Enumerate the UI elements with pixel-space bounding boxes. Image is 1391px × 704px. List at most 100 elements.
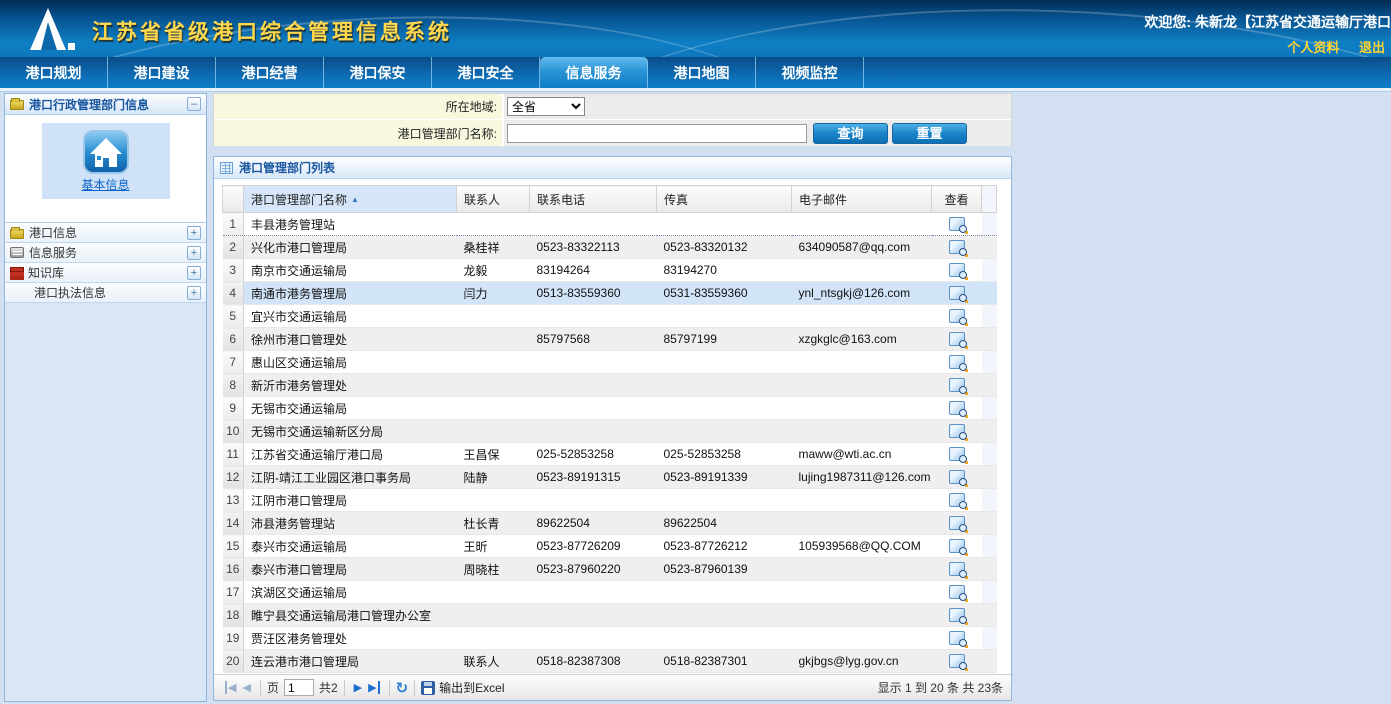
nav-tab-港口安全[interactable]: 港口安全 (432, 57, 540, 88)
table-row[interactable]: 4南通市港务管理局闫力0513-835593600531-83559360ynl… (223, 282, 997, 305)
refresh-icon[interactable]: ↻ (396, 679, 409, 697)
view-detail-icon[interactable] (949, 470, 965, 484)
contact-cell: 闫力 (457, 282, 530, 305)
view-detail-icon[interactable] (949, 378, 965, 392)
sidebar-item-basic-info[interactable]: 基本信息 (42, 123, 170, 199)
view-cell (932, 466, 982, 489)
region-select[interactable]: 全省 (507, 97, 585, 116)
first-page-button[interactable]: ◀ (225, 681, 236, 694)
nav-tab-港口经营[interactable]: 港口经营 (216, 57, 324, 88)
view-detail-icon[interactable] (949, 424, 965, 438)
view-detail-icon[interactable] (949, 355, 965, 369)
filler-cell (982, 512, 997, 535)
table-row[interactable]: 17滨湖区交通运输局 (223, 581, 997, 604)
column-header-电子邮件[interactable]: 电子邮件 (792, 186, 932, 213)
profile-link[interactable]: 个人资料 (1287, 40, 1339, 55)
sidebar-item-港口执法信息[interactable]: 港口执法信息 (5, 283, 206, 303)
page-number-input[interactable] (284, 679, 314, 696)
table-row[interactable]: 19贾汪区港务管理处 (223, 627, 997, 650)
prev-page-button[interactable]: ◀ (242, 681, 250, 694)
table-row[interactable]: 10无锡市交通运输新区分局 (223, 420, 997, 443)
column-header-查看[interactable]: 查看 (932, 186, 982, 213)
table-row[interactable]: 11江苏省交通运输厅港口局王昌保025-52853258025-52853258… (223, 443, 997, 466)
last-page-button[interactable]: ▶ (368, 681, 379, 694)
column-header-港口管理部门名称[interactable]: 港口管理部门名称▲ (244, 186, 457, 213)
table-row[interactable]: 1丰县港务管理站 (223, 213, 997, 236)
fax-cell (657, 604, 792, 627)
phone-cell: 0523-83322113 (530, 236, 657, 259)
nav-tab-港口地图[interactable]: 港口地图 (648, 57, 756, 88)
fax-cell (657, 627, 792, 650)
sidebar-item-港口信息[interactable]: 港口信息 (5, 223, 206, 243)
row-number-cell: 6 (223, 328, 244, 351)
view-detail-icon[interactable] (949, 263, 965, 277)
table-row[interactable]: 12江阴-靖江工业园区港口事务局陆静0523-891913150523-8919… (223, 466, 997, 489)
contact-cell: 杜长青 (457, 512, 530, 535)
table-row[interactable]: 16泰兴市港口管理局周晓柱0523-879602200523-87960139 (223, 558, 997, 581)
nav-tab-港口规划[interactable]: 港口规划 (0, 57, 108, 88)
view-detail-icon[interactable] (949, 608, 965, 622)
expand-button[interactable] (187, 286, 201, 300)
table-row[interactable]: 20连云港市港口管理局联系人0518-823873080518-82387301… (223, 650, 997, 673)
view-detail-icon[interactable] (949, 585, 965, 599)
view-detail-icon[interactable] (949, 493, 965, 507)
column-header-联系人[interactable]: 联系人 (457, 186, 530, 213)
column-header-传真[interactable]: 传真 (657, 186, 792, 213)
expand-button[interactable] (187, 266, 201, 280)
search-button[interactable]: 查询 (813, 123, 888, 144)
table-row[interactable]: 2兴化市港口管理局桑桂祥0523-833221130523-8332013263… (223, 236, 997, 259)
view-detail-icon[interactable] (949, 332, 965, 346)
view-detail-icon[interactable] (949, 516, 965, 530)
phone-cell: 85797568 (530, 328, 657, 351)
view-detail-icon[interactable] (949, 631, 965, 645)
phone-cell (530, 420, 657, 443)
dept-name-cell: 江阴-靖江工业园区港口事务局 (244, 466, 457, 489)
fax-cell: 0531-83559360 (657, 282, 792, 305)
table-row[interactable]: 13江阴市港口管理局 (223, 489, 997, 512)
sidebar-accordion-header[interactable]: 港口行政管理部门信息 (5, 94, 206, 115)
nav-tab-信息服务[interactable]: 信息服务 (540, 57, 648, 88)
dept-name-input[interactable] (507, 124, 807, 143)
nav-tab-视频监控[interactable]: 视频监控 (756, 57, 864, 88)
table-row[interactable]: 6徐州市港口管理处8579756885797199xzgkglc@163.com (223, 328, 997, 351)
dept-name-label: 港口管理部门名称: (214, 120, 504, 146)
column-header-联系电话[interactable]: 联系电话 (530, 186, 657, 213)
contact-cell (457, 581, 530, 604)
expand-button[interactable] (187, 246, 201, 260)
row-number-cell: 14 (223, 512, 244, 535)
view-detail-icon[interactable] (949, 654, 965, 668)
filler-cell (982, 489, 997, 512)
table-row[interactable]: 3南京市交通运输局龙毅8319426483194270 (223, 259, 997, 282)
table-row[interactable]: 18睢宁县交通运输局港口管理办公室 (223, 604, 997, 627)
nav-tab-港口保安[interactable]: 港口保安 (324, 57, 432, 88)
table-row[interactable]: 14沛县港务管理站杜长青8962250489622504 (223, 512, 997, 535)
table-row[interactable]: 15泰兴市交通运输局王昕0523-877262090523-8772621210… (223, 535, 997, 558)
logout-link[interactable]: 退出 (1359, 40, 1385, 55)
view-detail-icon[interactable] (949, 401, 965, 415)
reset-button[interactable]: 重置 (892, 123, 967, 144)
view-detail-icon[interactable] (949, 562, 965, 576)
view-detail-icon[interactable] (949, 539, 965, 553)
view-detail-icon[interactable] (949, 240, 965, 254)
sidebar-item-信息服务[interactable]: 信息服务 (5, 243, 206, 263)
export-excel-button[interactable]: 输出到Excel (421, 679, 504, 696)
table-row[interactable]: 9无锡市交通运输局 (223, 397, 997, 420)
view-detail-icon[interactable] (949, 286, 965, 300)
nav-tab-港口建设[interactable]: 港口建设 (108, 57, 216, 88)
expand-button[interactable] (187, 226, 201, 240)
table-row[interactable]: 5宜兴市交通运输局 (223, 305, 997, 328)
table-row[interactable]: 7惠山区交通运输局 (223, 351, 997, 374)
dept-name-cell: 滨湖区交通运输局 (244, 581, 457, 604)
view-detail-icon[interactable] (949, 309, 965, 323)
sidebar-item-知识库[interactable]: 知识库 (5, 263, 206, 283)
next-page-button[interactable]: ▶ (354, 681, 362, 694)
collapse-button[interactable] (187, 97, 201, 111)
table-row[interactable]: 8新沂市港务管理处 (223, 374, 997, 397)
sidebar-accordion-title: 港口行政管理部门信息 (29, 96, 187, 113)
contact-cell: 周晓柱 (457, 558, 530, 581)
email-cell (792, 374, 932, 397)
view-detail-icon[interactable] (949, 447, 965, 461)
email-cell (792, 351, 932, 374)
view-detail-icon[interactable] (949, 217, 965, 231)
dept-name-cell: 南京市交通运输局 (244, 259, 457, 282)
